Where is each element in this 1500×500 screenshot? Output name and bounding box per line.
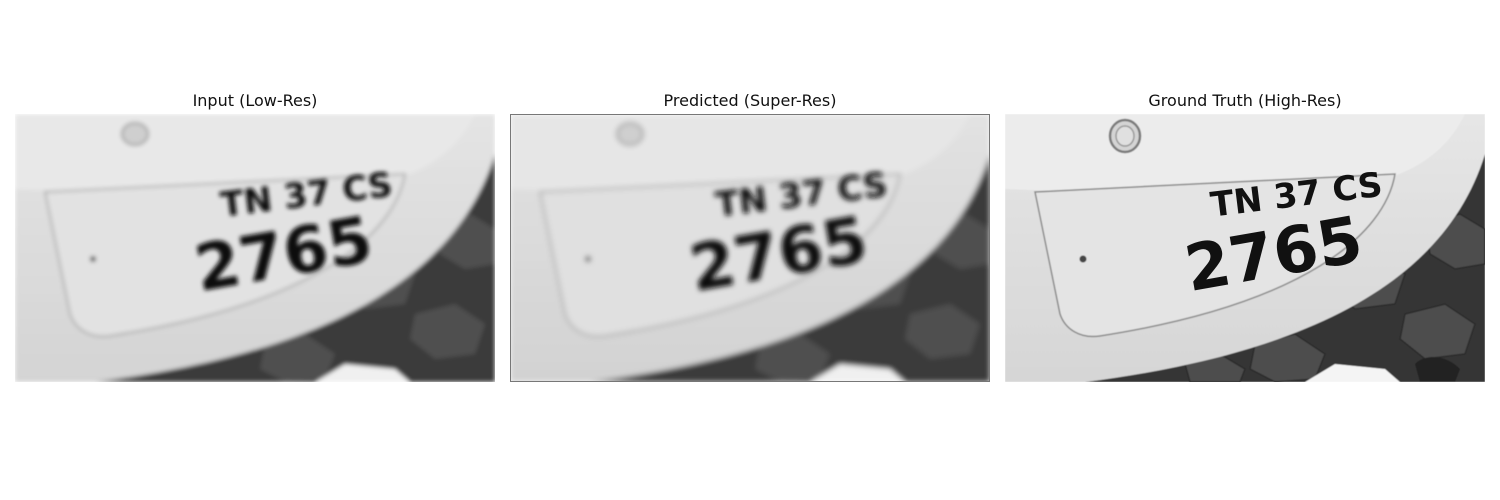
panel-title: Predicted (Super-Res) — [663, 91, 837, 110]
ground-truth-image: TN 37 CS 2765 — [1005, 114, 1485, 382]
input-image: TN 37 CS 2765 — [15, 114, 495, 382]
panel-title: Input (Low-Res) — [192, 91, 318, 110]
predicted-panel: Predicted (Super-Res) TN 37 CS 2765 — [510, 88, 990, 382]
input-panel: Input (Low-Res) TN 37 CS 2765 — [15, 88, 495, 382]
panel-title: Ground Truth (High-Res) — [1148, 91, 1342, 110]
ground-truth-panel: Ground Truth (High-Res) TN 37 CS 2765 — [1005, 88, 1485, 382]
predicted-image: TN 37 CS 2765 — [510, 114, 990, 382]
